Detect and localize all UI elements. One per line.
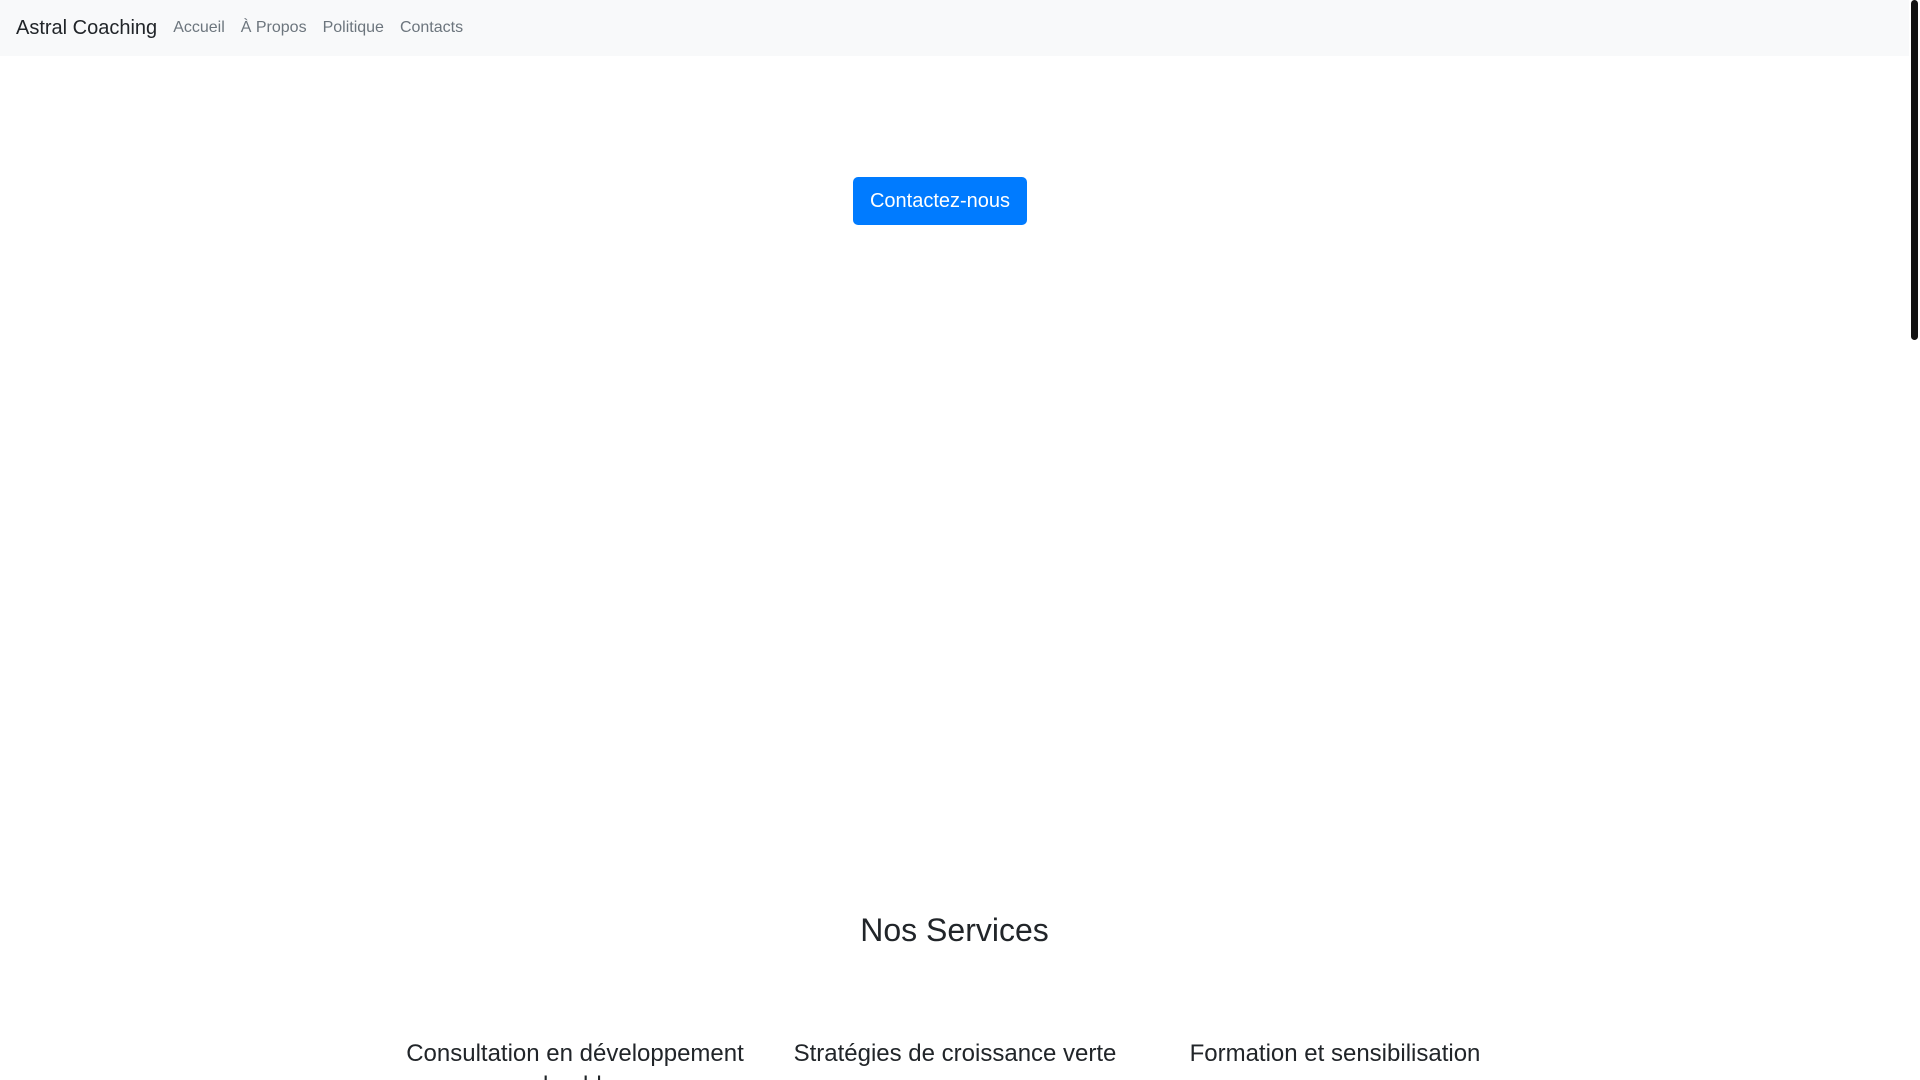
services-heading: Nos Services xyxy=(860,912,1049,948)
page: Astral Coaching Accueil À Propos Politiq… xyxy=(0,0,1909,1080)
service-title-formation: Formation et sensibilisation xyxy=(1189,1040,1481,1067)
scrollbar-thumb[interactable] xyxy=(1911,0,1918,340)
nav-link-accueil[interactable]: Accueil xyxy=(165,16,233,40)
service-title-strategies: Stratégies de croissance verte xyxy=(793,1040,1117,1067)
nav-link-contacts[interactable]: Contacts xyxy=(392,16,471,40)
navbar: Astral Coaching Accueil À Propos Politiq… xyxy=(0,0,1909,56)
brand-link[interactable]: Astral Coaching xyxy=(16,14,157,42)
vertical-scrollbar[interactable] xyxy=(1909,0,1920,1080)
nav-link-a-propos[interactable]: À Propos xyxy=(233,16,315,40)
contact-button[interactable]: Contactez-nous xyxy=(853,177,1027,225)
service-title-consultation: Consultation en développement durable xyxy=(406,1040,744,1080)
nav-link-politique[interactable]: Politique xyxy=(315,16,392,40)
